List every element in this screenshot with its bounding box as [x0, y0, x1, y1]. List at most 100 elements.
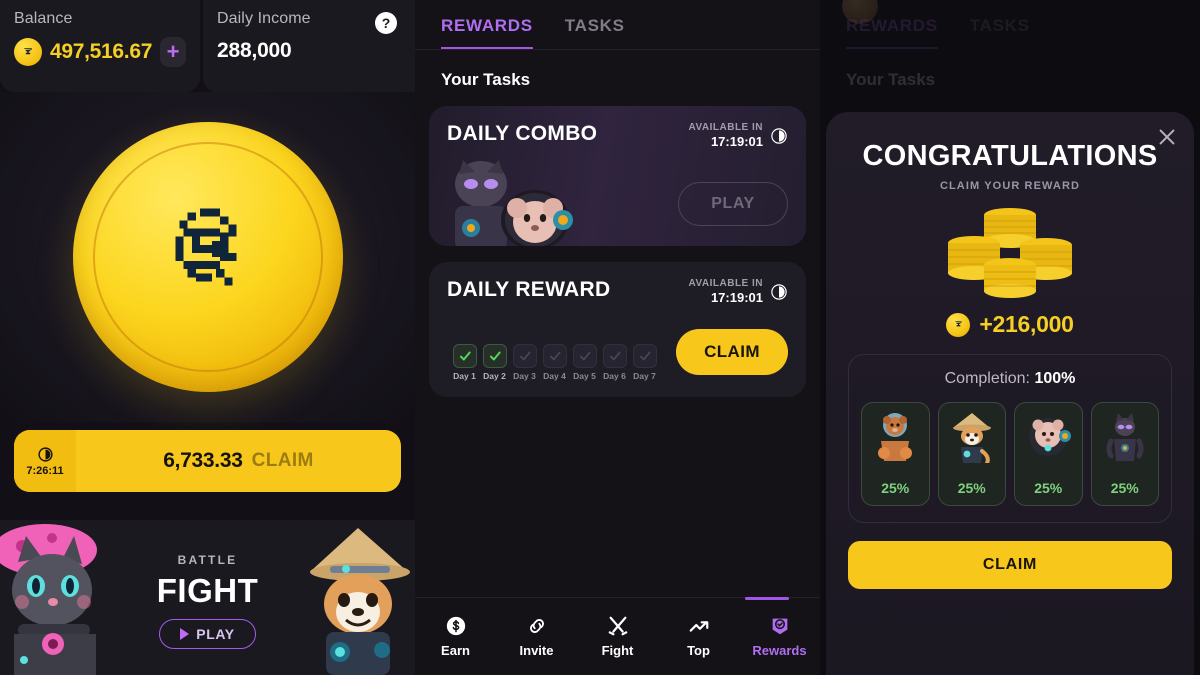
character-card-hamster[interactable]: 25% — [1014, 402, 1083, 506]
check-icon — [609, 351, 621, 361]
nav-item-top[interactable]: Top — [666, 615, 732, 658]
day-item[interactable]: Day 7 — [631, 344, 658, 381]
check-icon — [519, 351, 531, 361]
daily-reward-card[interactable]: DAILY REWARD AVAILABLE IN 17:19:01 Day 1… — [429, 262, 806, 397]
battle-play-button[interactable]: PLAY — [159, 618, 256, 649]
daily-reward-days: Day 1 Day 2 Day 3 Day 4 Day 5 Day 6 Day … — [451, 344, 658, 381]
your-tasks-title: Your Tasks — [441, 70, 531, 89]
daily-reward-available-label: AVAILABLE IN — [688, 278, 763, 289]
day-checkbox[interactable] — [512, 344, 537, 368]
daily-combo-title: DAILY COMBO — [447, 122, 598, 145]
crossed-swords-icon — [608, 616, 627, 636]
panel-congratulations: REWARDS TASKS Your Tasks CONGRATULATIONS… — [820, 0, 1200, 675]
day-checkbox[interactable] — [632, 344, 657, 368]
nav-label: Earn — [441, 643, 470, 658]
completion-value: 100% — [1034, 370, 1076, 387]
day-item[interactable]: Day 2 — [481, 344, 508, 381]
day-checkbox[interactable] — [482, 344, 507, 368]
panel-rewards: REWARDS TASKS Your Tasks DAILY COMBO AVA… — [415, 0, 820, 675]
day-item[interactable]: Day 3 — [511, 344, 538, 381]
completion-label: Completion: — [944, 370, 1030, 387]
daily-combo-available-label: AVAILABLE IN — [688, 122, 763, 133]
hamster-character — [1029, 418, 1072, 456]
claim-bar[interactable]: 7:26:11 6,733.33 CLAIM — [14, 430, 401, 492]
day-item[interactable]: Day 5 — [571, 344, 598, 381]
day-item[interactable]: Day 4 — [541, 344, 568, 381]
balance-label: Balance — [14, 10, 73, 27]
character-percent: 25% — [881, 480, 910, 496]
battle-play-label: PLAY — [196, 625, 235, 642]
reward-value: +216,000 — [979, 311, 1074, 337]
bear-character — [878, 413, 913, 461]
play-icon — [180, 627, 190, 640]
combo-characters — [455, 160, 573, 246]
character-percent: 25% — [1110, 480, 1139, 496]
nav-item-rewards[interactable]: Rewards — [747, 615, 813, 658]
clock-icon — [771, 283, 787, 300]
claim-timer: 7:26:11 — [14, 430, 76, 492]
rewards-tabs: REWARDS TASKS — [415, 0, 820, 50]
tab-tasks[interactable]: TASKS — [565, 16, 625, 49]
character-card-shiba[interactable]: 25% — [937, 402, 1006, 506]
nav-item-fight[interactable]: Fight — [585, 615, 651, 658]
modal-title: CONGRATULATIONS — [862, 140, 1158, 172]
panel-home: Balance 497,516.67 + Daily Income 288,00… — [0, 0, 415, 675]
daily-income-card: Daily Income 288,000 ? — [203, 0, 415, 92]
day-checkbox[interactable] — [572, 344, 597, 368]
bottom-nav: Earn Invite Fight Top Rewards — [415, 597, 820, 675]
daily-income-value: 288,000 — [217, 39, 292, 62]
balance-value-row: 497,516.67 + — [14, 37, 186, 67]
day-label: Day 1 — [453, 371, 476, 381]
daily-combo-card[interactable]: DAILY COMBO AVAILABLE IN 17:19:01 PLAY — [429, 106, 806, 246]
day-label: Day 4 — [543, 371, 566, 381]
day-label: Day 6 — [603, 371, 626, 381]
daily-combo-play-button[interactable]: PLAY — [678, 182, 788, 226]
day-label: Day 7 — [633, 371, 656, 381]
check-icon — [579, 351, 591, 361]
character-card-bear[interactable]: 25% — [861, 402, 930, 506]
check-icon — [489, 351, 501, 361]
completion-box: Completion: 100% 25% 25% 25% 25% — [848, 354, 1172, 523]
claim-bar-main[interactable]: 6,733.33 CLAIM — [76, 449, 401, 473]
nav-label: Invite — [519, 643, 554, 658]
nav-item-earn[interactable]: Earn — [423, 615, 489, 658]
help-icon[interactable]: ? — [375, 12, 397, 34]
day-item[interactable]: Day 1 — [451, 344, 478, 381]
tab-rewards[interactable]: REWARDS — [441, 16, 533, 49]
nav-label: Rewards — [752, 643, 807, 658]
coin-icon — [946, 312, 971, 337]
app-screenshot: Balance 497,516.67 + Daily Income 288,00… — [0, 0, 1200, 675]
link-icon — [529, 619, 544, 633]
add-balance-button[interactable]: + — [160, 37, 186, 67]
congratulations-modal: CONGRATULATIONS CLAIM YOUR REWARD +216,0… — [826, 112, 1194, 675]
reward-amount-row: +216,000 — [848, 311, 1172, 338]
pixel-spiral-coin-icon[interactable] — [72, 122, 343, 392]
battle-title: FIGHT — [156, 571, 259, 609]
coin-tap-area[interactable] — [0, 92, 415, 422]
character-card-panther[interactable]: 25% — [1090, 402, 1159, 506]
daily-combo-availability: AVAILABLE IN 17:19:01 — [688, 122, 788, 149]
shiba-character — [952, 413, 991, 463]
nav-active-indicator — [745, 597, 789, 600]
nav-item-invite[interactable]: Invite — [504, 615, 570, 658]
day-checkbox[interactable] — [452, 344, 477, 368]
daily-combo-available-time: 17:19:01 — [710, 134, 763, 149]
close-icon[interactable] — [1156, 126, 1178, 148]
day-checkbox[interactable] — [602, 344, 627, 368]
character-percent: 25% — [957, 480, 986, 496]
daily-reward-claim-button[interactable]: CLAIM — [676, 329, 788, 375]
check-icon — [639, 351, 651, 361]
battle-banner[interactable]: BATTLE FIGHT PLAY — [0, 520, 415, 675]
claim-timer-value: 7:26:11 — [26, 464, 64, 477]
day-label: Day 5 — [573, 371, 596, 381]
shiba-character — [300, 520, 415, 675]
character-cards: 25% 25% 25% 25% — [861, 402, 1159, 506]
daily-income-label: Daily Income — [217, 10, 311, 27]
balance-value: 497,516.67 — [50, 40, 153, 63]
daily-reward-header: DAILY REWARD AVAILABLE IN 17:19:01 — [447, 278, 788, 305]
day-checkbox[interactable] — [542, 344, 567, 368]
daily-reward-available-time: 17:19:01 — [710, 290, 763, 305]
day-item[interactable]: Day 6 — [601, 344, 628, 381]
modal-claim-button[interactable]: CLAIM — [848, 541, 1172, 589]
panther-character — [1106, 413, 1144, 461]
